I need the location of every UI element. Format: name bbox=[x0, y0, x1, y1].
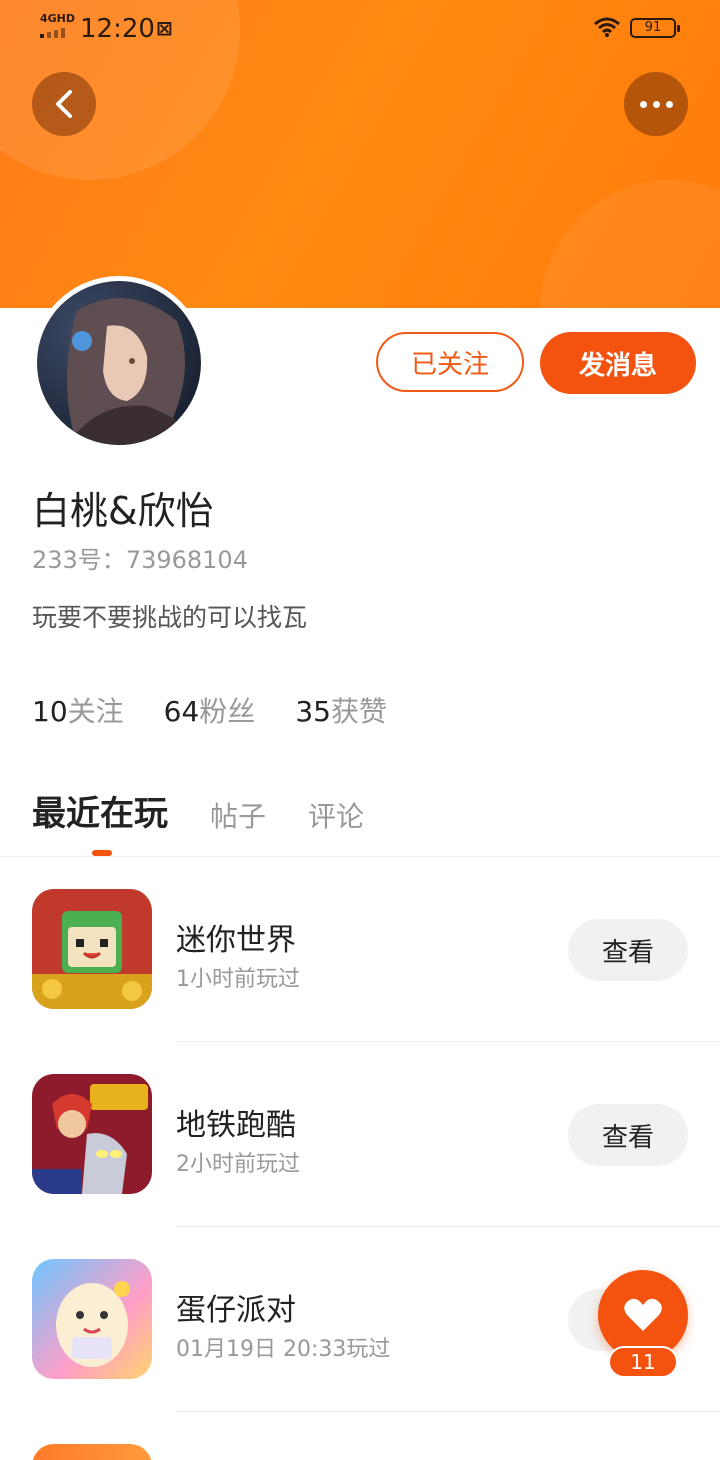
stat-number: 35 bbox=[295, 695, 331, 728]
status-time: 12:20 bbox=[80, 14, 155, 44]
stat-likes[interactable]: 35获赞 bbox=[295, 690, 387, 730]
stat-number: 64 bbox=[163, 695, 200, 728]
view-button[interactable]: 查看 bbox=[568, 919, 688, 981]
stat-following[interactable]: 10关注 bbox=[32, 690, 124, 730]
notification-icon: ⊠ bbox=[156, 16, 173, 40]
list-item[interactable]: 地铁跑酷 2小时前玩过 查看 bbox=[0, 1042, 720, 1227]
heart-icon bbox=[624, 1298, 662, 1331]
like-count-badge: 11 bbox=[608, 1346, 678, 1378]
list-item[interactable]: 迷你世界 1小时前玩过 查看 bbox=[0, 857, 720, 1042]
game-played-time: 1小时前玩过 bbox=[176, 967, 300, 992]
status-bar: 4GHD 12:20 ⊠ 91 bbox=[0, 0, 720, 56]
user-id-value: 73968104 bbox=[125, 546, 248, 574]
stat-fans[interactable]: 64粉丝 bbox=[164, 690, 256, 730]
game-icon-eggy-party bbox=[32, 1259, 152, 1379]
followed-button[interactable]: 已关注 bbox=[376, 332, 524, 392]
stat-label: 关注 bbox=[67, 695, 124, 728]
game-played-time: 01月19日 20:33玩过 bbox=[176, 1337, 391, 1362]
view-button[interactable]: 查看 bbox=[568, 1104, 688, 1166]
user-id: 233号：73968104 bbox=[32, 540, 248, 575]
list-item[interactable] bbox=[0, 1412, 720, 1460]
user-bio: 玩要不要挑战的可以找瓦 bbox=[32, 603, 308, 632]
game-icon-subway-surfers bbox=[32, 1074, 152, 1194]
tab-recently-played[interactable]: 最近在玩 bbox=[32, 786, 168, 835]
user-name: 白桃&欣怡 bbox=[32, 489, 214, 533]
profile-tabs: 最近在玩 帖子 评论 bbox=[32, 786, 406, 835]
stat-label: 粉丝 bbox=[199, 695, 256, 728]
avatar[interactable] bbox=[32, 276, 206, 450]
more-button[interactable] bbox=[624, 72, 688, 136]
chevron-left-icon bbox=[56, 90, 72, 118]
user-id-label: 233号： bbox=[32, 546, 126, 574]
stat-label: 获赞 bbox=[330, 695, 387, 728]
user-stats: 10关注 64粉丝 35获赞 bbox=[32, 690, 427, 730]
more-dots-icon bbox=[639, 100, 673, 108]
game-icon bbox=[32, 1444, 152, 1460]
game-played-time: 2小时前玩过 bbox=[176, 1152, 300, 1177]
tab-comments[interactable]: 评论 bbox=[308, 795, 364, 835]
banner-decoration bbox=[540, 180, 720, 308]
send-message-button[interactable]: 发消息 bbox=[540, 332, 696, 394]
wifi-icon bbox=[594, 17, 620, 37]
tab-posts[interactable]: 帖子 bbox=[210, 795, 266, 835]
avatar-image bbox=[37, 281, 201, 445]
game-name: 地铁跑酷 bbox=[176, 1108, 296, 1143]
game-name: 蛋仔派对 bbox=[176, 1293, 296, 1328]
game-name: 迷你世界 bbox=[176, 923, 296, 958]
battery-icon: 91 bbox=[630, 18, 680, 38]
stat-number: 10 bbox=[32, 695, 68, 728]
network-type: 4GHD bbox=[40, 12, 76, 25]
game-icon-mini-world bbox=[32, 889, 152, 1009]
signal-icon bbox=[40, 26, 72, 38]
back-button[interactable] bbox=[32, 72, 96, 136]
